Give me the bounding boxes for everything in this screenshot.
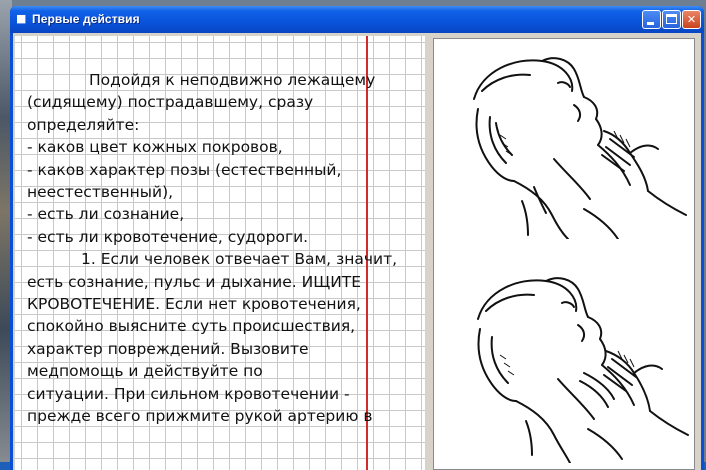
text-line: есть сознание, пульс и дыхание. ИЩИТЕ — [27, 272, 362, 291]
text-line: КРОВОТЕЧЕНИЕ. Если нет кровотечения, — [27, 295, 361, 314]
maximize-icon — [666, 14, 677, 24]
text-line: прежде всего прижмите рукой артерию в — [27, 407, 373, 426]
close-icon: ✕ — [686, 13, 697, 26]
window-client-area: Подойдя к неподвижно лежащему (сидящему)… — [13, 33, 701, 470]
minimize-button[interactable] — [642, 10, 661, 29]
pulse-check-illustration-1 — [473, 57, 687, 239]
minimize-icon — [647, 22, 654, 25]
text-line: - каков характер позы (естественный, — [27, 160, 342, 179]
text-line: Подойдя к неподвижно лежащему — [89, 71, 376, 89]
text-line: медпомощь и действуйте по — [27, 362, 263, 381]
text-line: характер повреждений. Вызовите — [27, 339, 309, 358]
maximize-button[interactable] — [662, 10, 681, 29]
text-line: (сидящему) пострадавшему, сразу — [27, 93, 314, 112]
text-line: неестественный), — [27, 183, 174, 202]
app-icon: ■ — [16, 12, 27, 25]
instruction-text: Подойдя к неподвижно лежащему (сидящему)… — [27, 69, 423, 428]
text-line: - есть ли кровотечение, судороги. — [27, 227, 309, 246]
text-line: 1. Если человек отвечает Вам, значит, — [81, 250, 398, 269]
text-line: определяйте: — [27, 115, 140, 134]
title-bar[interactable]: ■ Первые действия ✕ — [10, 6, 704, 33]
text-line: спокойно выясните суть происшествия, — [27, 317, 356, 336]
notebook-text-panel[interactable]: Подойдя к неподвижно лежащему (сидящему)… — [15, 36, 425, 470]
window-title: Первые действия — [32, 12, 140, 26]
app-window: ■ Первые действия ✕ Подойдя к неподвижно… — [10, 6, 704, 470]
close-button[interactable]: ✕ — [682, 10, 701, 29]
pulse-check-illustration-2 — [477, 277, 689, 463]
text-line: - есть ли сознание, — [27, 205, 185, 224]
illustration-panel — [433, 38, 695, 470]
text-line: - каков цвет кожных покровов, — [27, 138, 283, 157]
text-line: ситуации. При сильном кровотечении - — [27, 384, 350, 403]
